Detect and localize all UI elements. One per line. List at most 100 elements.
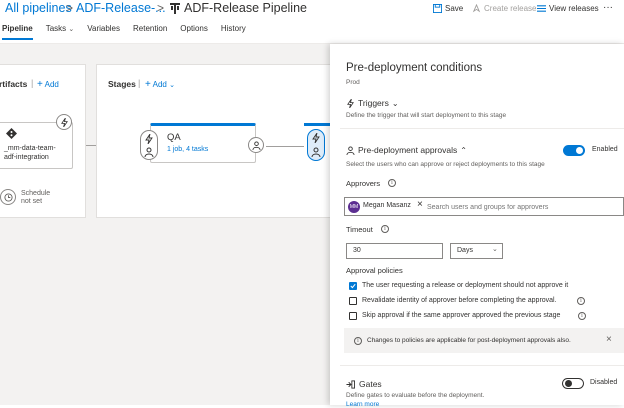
header-bar: All pipelines > ADF-Release-... > ADF-Re… <box>0 0 624 20</box>
tab-pipeline[interactable]: Pipeline <box>2 24 33 40</box>
add-artifact-button[interactable]: + Add <box>37 79 59 90</box>
view-releases-button[interactable]: View releases <box>537 4 599 13</box>
plus-icon: + <box>37 79 43 90</box>
timeout-unit-dropdown[interactable]: Days ⌄ <box>450 243 503 259</box>
gates-section-toggle[interactable]: Gates <box>346 379 382 389</box>
title-separator: | <box>31 78 34 88</box>
gates-toggle[interactable] <box>562 378 584 389</box>
stages-panel: Stages | + Add ⌄ QA 1 job, 4 tasks <box>96 64 344 218</box>
person-icon <box>346 145 355 155</box>
tab-options[interactable]: Options <box>180 24 208 40</box>
pipeline-title: ADF-Release Pipeline <box>184 1 307 15</box>
policy-label-3: Skip approval if the same approver appro… <box>362 312 561 319</box>
approvals-toggle-label: Enabled <box>592 146 618 153</box>
info-icon[interactable]: i <box>388 179 396 187</box>
timeout-unit: Days <box>457 247 473 254</box>
info-icon[interactable]: i <box>381 225 389 233</box>
list-icon <box>537 5 546 12</box>
policy-checkbox-3[interactable] <box>349 312 357 320</box>
triggers-label: Triggers <box>358 98 389 108</box>
create-release-label: Create release <box>484 4 537 13</box>
title-separator: | <box>138 78 141 88</box>
policy-label-1: The user requesting a release or deploym… <box>362 282 569 289</box>
save-button[interactable]: Save <box>433 4 463 13</box>
pre-deployment-conditions-prod[interactable] <box>307 129 325 161</box>
tab-retention[interactable]: Retention <box>133 24 167 40</box>
info-icon[interactable]: i <box>577 297 585 305</box>
artifacts-panel: rtifacts | + Add _mm-data-team- adf-inte… <box>0 64 86 218</box>
save-icon <box>433 4 442 13</box>
create-release-button[interactable]: Create release <box>472 4 536 13</box>
stages-title: Stages <box>108 79 136 89</box>
toggle-knob <box>576 147 583 154</box>
tab-history[interactable]: History <box>221 24 246 40</box>
continuous-deployment-trigger[interactable] <box>56 114 72 130</box>
tab-bar: Pipeline Tasks ⌄ Variables Retention Opt… <box>0 24 259 40</box>
dismiss-icon[interactable]: × <box>606 334 612 345</box>
add-artifact-label: Add <box>44 80 59 89</box>
connector-line <box>266 146 308 147</box>
gates-description: Define gates to evaluate before the depl… <box>346 392 485 399</box>
more-options-button[interactable]: ··· <box>603 2 613 13</box>
stage-name: QA <box>167 132 181 143</box>
policy-checkbox-2[interactable] <box>349 297 357 305</box>
pipeline-icon <box>170 3 180 14</box>
tab-variables[interactable]: Variables <box>87 24 120 40</box>
stage-card-qa[interactable]: QA 1 job, 4 tasks <box>150 123 256 163</box>
approvals-label: Pre-deployment approvals <box>358 145 458 155</box>
checkmark-icon <box>350 283 356 289</box>
info-icon: i <box>354 337 362 345</box>
remove-approver-icon[interactable]: × <box>417 199 423 210</box>
approvers-label: Approvers <box>346 179 381 188</box>
schedule-label-line1: Schedule <box>21 190 51 197</box>
schedule-label-line2: not set <box>21 198 43 205</box>
section-divider <box>340 128 624 129</box>
toggle-knob <box>565 380 572 387</box>
lightning-icon <box>60 117 68 127</box>
chevron-up-icon: ⌃ <box>460 145 467 155</box>
artifact-name-line1: _mm-data-team- <box>4 145 56 152</box>
approvals-toggle[interactable] <box>563 145 585 156</box>
pre-deployment-conditions-qa[interactable] <box>140 130 158 160</box>
approvals-description: Select the users who can approve or reje… <box>346 161 545 168</box>
policy-checkbox-1[interactable] <box>349 282 357 290</box>
post-deployment-conditions-qa[interactable] <box>248 137 264 153</box>
policy-notice-text: Changes to policies are applicable for p… <box>367 337 571 344</box>
approver-search-input[interactable] <box>427 201 617 213</box>
schedule-trigger[interactable] <box>0 189 16 205</box>
chevron-down-icon: ⌄ <box>169 82 175 89</box>
pane-subtitle: Prod <box>346 79 360 86</box>
info-icon[interactable]: i <box>578 312 586 320</box>
approvals-section-toggle[interactable]: Pre-deployment approvals ⌃ <box>346 145 467 155</box>
timeout-value-input[interactable]: 30 <box>346 243 443 259</box>
chevron-down-icon: ⌄ <box>492 246 498 253</box>
gates-toggle-label: Disabled <box>590 379 618 386</box>
view-releases-label: View releases <box>549 4 599 13</box>
clock-icon <box>3 192 13 202</box>
tab-tasks[interactable]: Tasks ⌄ <box>46 24 75 40</box>
approvers-picker[interactable]: MM Megan Masanz × <box>344 197 624 216</box>
chevron-down-icon: ⌄ <box>68 26 75 33</box>
add-stage-label: Add <box>152 80 167 89</box>
breadcrumb-pipeline[interactable]: ADF-Release-... <box>76 1 166 15</box>
person-icon <box>311 147 321 157</box>
avatar: MM <box>348 201 360 213</box>
lightning-icon <box>312 133 320 143</box>
person-icon <box>144 147 154 157</box>
artifact-name-line2: adf-integration <box>4 154 49 161</box>
triggers-section-toggle[interactable]: Triggers ⌄ <box>346 98 399 108</box>
timeout-label: Timeout <box>346 225 373 234</box>
breadcrumb-all-pipelines[interactable]: All pipelines <box>5 1 72 15</box>
tab-tasks-label: Tasks <box>45 24 67 33</box>
gate-icon <box>346 379 355 389</box>
triggers-description: Define the trigger that will start deplo… <box>346 112 507 119</box>
rocket-icon <box>472 4 481 13</box>
artifacts-title: rtifacts <box>0 79 28 89</box>
approval-policies-label: Approval policies <box>346 266 403 275</box>
person-icon <box>251 140 261 150</box>
lightning-icon <box>145 134 153 144</box>
section-divider <box>340 365 624 366</box>
chevron-down-icon: ⌄ <box>391 98 399 108</box>
stage-detail-link[interactable]: 1 job, 4 tasks <box>167 146 208 153</box>
add-stage-button[interactable]: + Add ⌄ <box>145 79 175 90</box>
